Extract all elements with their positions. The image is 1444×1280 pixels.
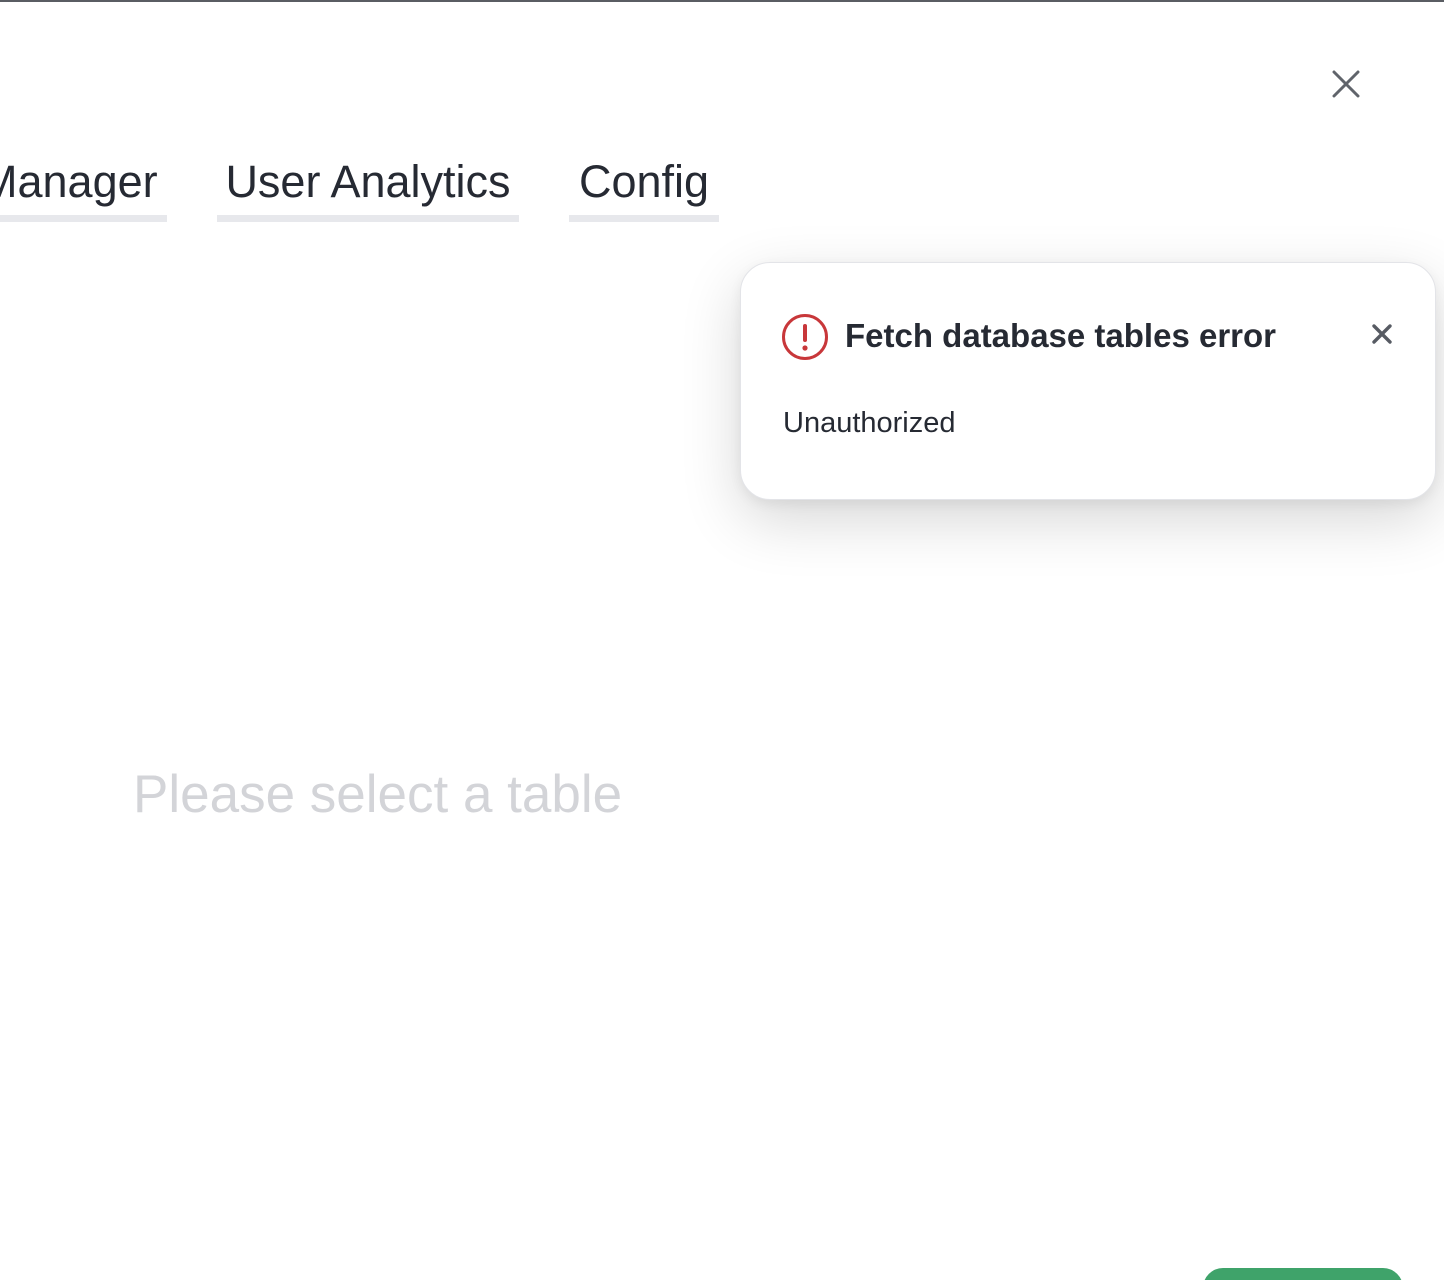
toast-title: Fetch database tables error [845, 317, 1276, 354]
tab-config[interactable]: Config [569, 150, 719, 222]
empty-state-placeholder: Please select a table [133, 765, 623, 824]
toast-message: Unauthorized [783, 407, 956, 439]
primary-action-button[interactable] [1203, 1268, 1403, 1280]
toast-close-button[interactable] [1363, 315, 1401, 353]
tab-user-analytics[interactable]: User Analytics [217, 150, 519, 222]
close-icon [1332, 70, 1360, 98]
modal-close-button[interactable] [1322, 60, 1370, 108]
error-toast: Fetch database tables error Unauthorized [740, 262, 1436, 500]
page: Manager User Analytics Config Please sel… [0, 0, 1444, 1280]
top-border [0, 0, 1444, 2]
close-icon [1372, 324, 1392, 344]
error-circle-icon [782, 314, 828, 360]
tab-manager[interactable]: Manager [0, 150, 167, 222]
